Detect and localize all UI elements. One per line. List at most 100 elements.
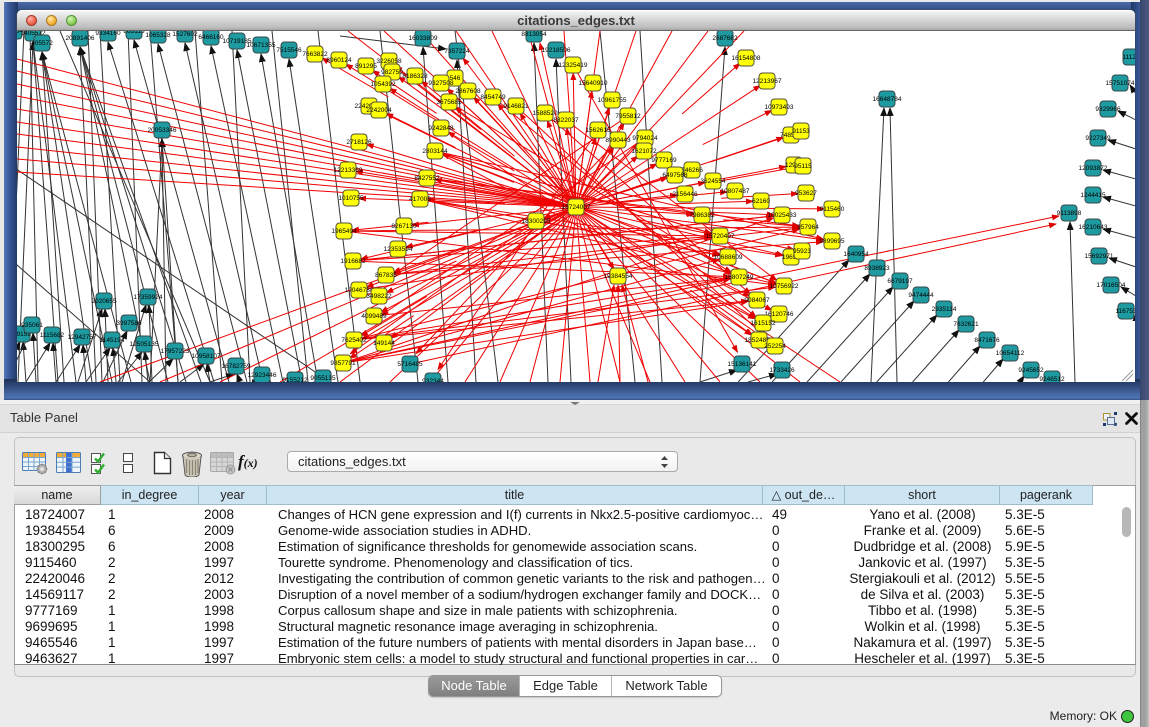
svg-text:9777169: 9777169 <box>651 157 677 164</box>
svg-text:2242004: 2242004 <box>366 107 392 114</box>
svg-text:8454749: 8454749 <box>480 94 506 101</box>
svg-text:932344: 932344 <box>422 378 444 382</box>
svg-text:12213369: 12213369 <box>334 167 363 174</box>
svg-text:12923446: 12923446 <box>248 372 277 379</box>
svg-text:17957223: 17957223 <box>161 348 190 355</box>
svg-text:9146821: 9146821 <box>503 103 529 110</box>
svg-text:11124: 11124 <box>1122 54 1135 61</box>
svg-text:15720407: 15720407 <box>706 233 735 240</box>
svg-text:9115460: 9115460 <box>820 206 845 213</box>
svg-text:2803144: 2803144 <box>422 148 448 155</box>
svg-text:1115682: 1115682 <box>40 332 65 339</box>
svg-text:15751074: 15751074 <box>1106 80 1135 87</box>
svg-text:982750: 982750 <box>381 69 403 76</box>
svg-text:62160: 62160 <box>752 198 770 205</box>
svg-text:8990443: 8990443 <box>605 137 631 144</box>
svg-text:3498222: 3498222 <box>366 293 392 300</box>
svg-text:9084067: 9084067 <box>744 297 770 304</box>
svg-text:15640910: 15640910 <box>579 80 608 87</box>
svg-text:10958107: 10958107 <box>192 353 221 360</box>
svg-text:1615152: 1615152 <box>750 320 776 327</box>
svg-text:16648784: 16648784 <box>873 96 902 103</box>
svg-text:9245652: 9245652 <box>1018 367 1044 374</box>
svg-text:9246512: 9246512 <box>1039 376 1065 382</box>
svg-text:8938923: 8938923 <box>864 265 890 272</box>
svg-text:1640954: 1640954 <box>843 251 869 258</box>
svg-text:9857791: 9857791 <box>330 360 356 367</box>
svg-text:16154808: 16154808 <box>732 55 761 62</box>
svg-text:891295: 891295 <box>355 63 377 70</box>
svg-text:7515546: 7515546 <box>276 47 302 54</box>
svg-text:149144: 149144 <box>373 340 395 347</box>
svg-text:20053346: 20053346 <box>148 127 177 134</box>
svg-text:935061: 935061 <box>21 322 43 329</box>
svg-text:10807487: 10807487 <box>721 188 750 195</box>
svg-text:1621072: 1621072 <box>631 148 657 155</box>
svg-text:116753: 116753 <box>1115 308 1135 315</box>
svg-text:9227349: 9227349 <box>1085 135 1111 142</box>
svg-text:4099489: 4099489 <box>361 313 387 320</box>
svg-text:7663822: 7663822 <box>302 51 328 58</box>
svg-text:12093872: 12093872 <box>1079 165 1108 172</box>
svg-text:7357224: 7357224 <box>444 48 470 55</box>
svg-text:9242848: 9242848 <box>428 125 454 132</box>
svg-text:2718126: 2718126 <box>346 139 372 146</box>
svg-text:2687682: 2687682 <box>712 35 738 42</box>
svg-text:405572: 405572 <box>31 40 53 47</box>
svg-text:10654112: 10654112 <box>996 350 1025 357</box>
svg-text:417006: 417006 <box>409 196 431 203</box>
svg-text:12213967: 12213967 <box>753 78 782 85</box>
svg-text:10961755: 10961755 <box>598 97 627 104</box>
svg-text:7632621: 7632621 <box>953 321 979 328</box>
svg-text:10756922: 10756922 <box>770 283 799 290</box>
svg-text:252254: 252254 <box>764 343 786 350</box>
svg-text:12505135: 12505135 <box>130 341 159 348</box>
svg-text:7625402: 7625402 <box>341 337 367 344</box>
svg-text:8960124: 8960124 <box>326 57 352 64</box>
svg-text:6466160: 6466160 <box>198 34 224 41</box>
svg-text:3624554: 3624554 <box>700 178 726 185</box>
svg-text:2020655: 2020655 <box>91 298 117 305</box>
svg-text:15136141: 15136141 <box>728 361 757 368</box>
svg-text:1965494: 1965494 <box>331 228 357 235</box>
svg-text:12942757: 12942757 <box>68 334 97 341</box>
svg-text:8267130: 8267130 <box>391 223 417 230</box>
svg-text:9474444: 9474444 <box>908 292 934 299</box>
svg-text:8427552: 8427552 <box>414 175 440 182</box>
svg-text:6497568: 6497568 <box>662 172 688 179</box>
svg-text:18724007: 18724007 <box>562 204 591 211</box>
svg-text:3997586: 3997586 <box>116 320 142 327</box>
svg-text:953627: 953627 <box>795 190 817 197</box>
svg-text:9334160: 9334160 <box>95 31 121 37</box>
svg-text:1244415: 1244415 <box>1080 192 1106 199</box>
svg-text:95923: 95923 <box>793 248 811 255</box>
svg-text:8322037: 8322037 <box>553 117 579 124</box>
svg-text:1054392: 1054392 <box>370 81 396 88</box>
svg-text:3675685: 3675685 <box>436 99 462 106</box>
svg-text:8186328: 8186328 <box>402 73 428 80</box>
svg-text:9899695: 9899695 <box>819 238 845 245</box>
svg-text:1562615: 1562615 <box>585 127 611 134</box>
svg-text:7986382: 7986382 <box>689 212 715 219</box>
svg-text:10671355: 10671355 <box>247 42 276 49</box>
svg-text:9155212: 9155212 <box>282 377 308 382</box>
svg-text:18300295: 18300295 <box>522 218 551 225</box>
svg-text:95115: 95115 <box>794 163 812 170</box>
svg-text:1588520: 1588520 <box>532 110 558 117</box>
svg-text:19218506: 19218506 <box>542 47 571 54</box>
svg-text:2867608: 2867608 <box>455 88 481 95</box>
svg-text:18807249: 18807249 <box>725 274 754 281</box>
svg-text:8471676: 8471676 <box>974 337 1000 344</box>
svg-text:9055135: 9055135 <box>310 375 336 382</box>
svg-text:9327508: 9327508 <box>428 80 454 87</box>
svg-text:10025433: 10025433 <box>768 212 797 219</box>
svg-text:9113898: 9113898 <box>1057 210 1082 217</box>
svg-text:12325419: 12325419 <box>559 62 588 69</box>
svg-text:2156446: 2156446 <box>672 191 698 198</box>
svg-text:1527602: 1527602 <box>172 31 198 38</box>
svg-text:7955812: 7955812 <box>615 113 641 120</box>
svg-text:957964: 957964 <box>797 224 819 231</box>
svg-text:1065328: 1065328 <box>145 32 171 39</box>
svg-text:5716485: 5716485 <box>397 361 423 368</box>
svg-text:10688609: 10688609 <box>714 254 743 261</box>
